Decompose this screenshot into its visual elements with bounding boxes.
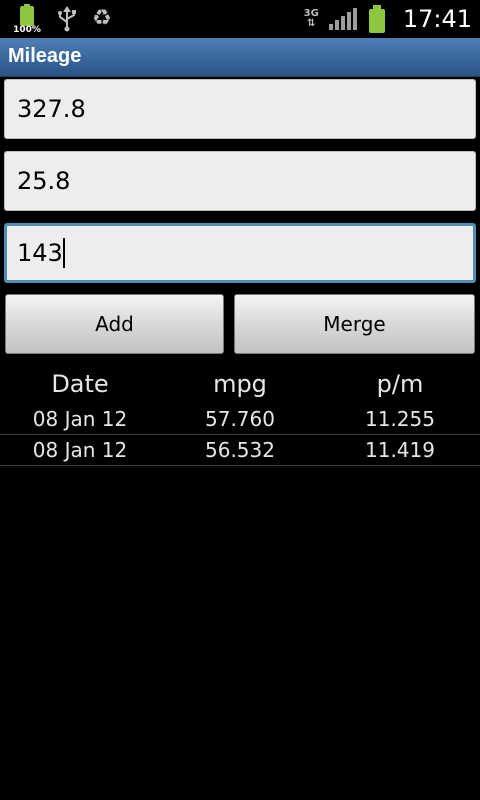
status-bar-left: 100% ♻: [12, 0, 112, 38]
price-input-value: 143: [17, 239, 63, 267]
recycle-icon: ♻: [92, 6, 112, 31]
merge-button[interactable]: Merge: [234, 294, 475, 354]
column-header-mpg: mpg: [213, 370, 267, 398]
status-bar: 100% ♻ 3G ⇅ 17:41: [0, 0, 480, 38]
text-cursor: [62, 238, 65, 268]
battery-percent-label: 100%: [13, 25, 41, 35]
row-pm: 11.419: [365, 438, 435, 462]
table-row[interactable]: 08 Jan 12 57.760 11.255: [0, 404, 480, 435]
row-mpg: 56.532: [205, 438, 275, 462]
status-clock: 17:41: [402, 5, 472, 33]
app-title: Mileage: [8, 45, 82, 67]
row-date: 08 Jan 12: [32, 407, 128, 431]
battery-icon: [367, 5, 387, 33]
price-input[interactable]: 143: [4, 223, 476, 283]
usb-icon: [58, 6, 76, 32]
fuel-input-value: 25.8: [17, 167, 71, 195]
table-row[interactable]: 08 Jan 12 56.532 11.419: [0, 435, 480, 466]
add-button[interactable]: Add: [5, 294, 224, 354]
row-mpg: 57.760: [205, 407, 275, 431]
status-bar-right: 3G ⇅ 17:41: [304, 0, 472, 38]
mileage-input-value: 327.8: [17, 95, 86, 123]
mileage-input[interactable]: 327.8: [4, 79, 476, 139]
row-date: 08 Jan 12: [32, 438, 128, 462]
app-title-bar: Mileage: [0, 38, 480, 77]
table-header: Date mpg p/m: [0, 364, 480, 404]
row-pm: 11.255: [365, 407, 435, 431]
mileage-table: Date mpg p/m 08 Jan 12 57.760 11.255 08 …: [0, 364, 480, 466]
battery-icon: 100%: [12, 2, 42, 36]
signal-strength-icon: [328, 8, 357, 30]
network-3g-icon: 3G ⇅: [303, 8, 319, 29]
app-screen: 100% ♻ 3G ⇅ 17:41 Mileage 327.8 25.8 143…: [0, 0, 480, 800]
fuel-input[interactable]: 25.8: [4, 151, 476, 211]
column-header-pm: p/m: [376, 370, 424, 398]
column-header-date: Date: [51, 370, 109, 398]
